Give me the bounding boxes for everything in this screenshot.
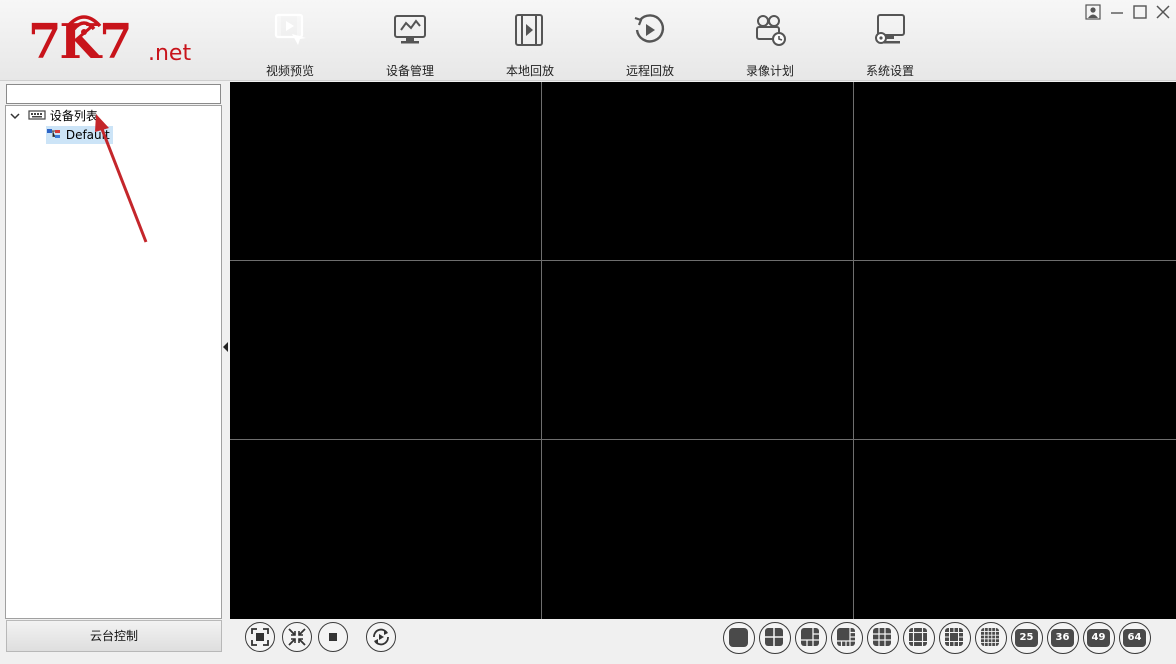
layout-36-label: 36 xyxy=(1051,629,1074,647)
maximize-button[interactable] xyxy=(1131,4,1149,22)
nav-label: 系统设置 xyxy=(865,64,914,78)
annotation-arrow-icon xyxy=(95,114,148,243)
video-cell[interactable] xyxy=(542,440,854,619)
video-cell[interactable] xyxy=(854,440,1176,619)
layout-eight-icon xyxy=(837,628,855,646)
nav-label: 录像计划 xyxy=(745,64,794,78)
video-cell[interactable] xyxy=(854,82,1176,261)
record-plan-icon xyxy=(756,15,786,46)
close-button[interactable] xyxy=(1154,4,1172,22)
layout-25-label: 25 xyxy=(1015,629,1038,647)
video-cell[interactable] xyxy=(542,82,854,261)
layout-single-icon xyxy=(729,628,748,647)
chevron-left-icon xyxy=(223,342,228,352)
layout-6-button[interactable] xyxy=(795,622,827,654)
layout-4-button[interactable] xyxy=(759,622,791,654)
nav-device-manage[interactable]: 设备管理 xyxy=(350,0,470,80)
fullscreen-button[interactable] xyxy=(245,622,275,652)
chevron-down-icon xyxy=(10,113,20,120)
nav-label: 视频预览 xyxy=(265,64,314,78)
video-grid xyxy=(230,82,1176,619)
layout-quad-icon xyxy=(765,628,783,646)
user-icon xyxy=(1085,4,1101,20)
video-preview-icon xyxy=(274,13,306,45)
layout-six-icon xyxy=(801,628,819,646)
group-node-icon xyxy=(47,129,60,138)
stop-all-icon xyxy=(329,633,337,641)
cycle-play-button[interactable] xyxy=(366,622,396,652)
layout-20-button[interactable] xyxy=(975,622,1007,654)
nav-label: 本地回放 xyxy=(505,64,554,78)
device-manage-icon xyxy=(394,15,426,44)
user-button[interactable] xyxy=(1084,4,1102,22)
video-cell[interactable] xyxy=(230,440,542,619)
local-playback-icon xyxy=(515,14,543,46)
nav-label: 设备管理 xyxy=(385,64,434,78)
layout-thirteen-icon xyxy=(909,628,927,646)
stop-all-button[interactable] xyxy=(318,622,348,652)
video-cell[interactable] xyxy=(230,261,542,440)
layout-49-button[interactable]: 49 xyxy=(1083,622,1115,654)
maximize-icon xyxy=(1133,5,1147,19)
fullscreen-icon xyxy=(251,628,269,646)
nav-system-settings[interactable]: 系统设置 xyxy=(830,0,950,80)
video-cell[interactable] xyxy=(230,82,542,261)
minimize-icon xyxy=(1111,12,1123,14)
video-cell[interactable] xyxy=(542,261,854,440)
layout-64-button[interactable]: 64 xyxy=(1119,622,1151,654)
layout-nine-icon xyxy=(873,628,891,646)
close-icon xyxy=(1156,5,1170,19)
device-search-input[interactable] xyxy=(6,84,221,104)
minimize-button[interactable] xyxy=(1108,4,1126,22)
nav-record-plan[interactable]: 录像计划 xyxy=(710,0,830,80)
device-list-icon xyxy=(28,110,46,120)
wifi-icon xyxy=(66,15,102,35)
cycle-icon xyxy=(373,628,389,646)
layout-8-button[interactable] xyxy=(831,622,863,654)
fit-icon xyxy=(288,628,306,646)
ptz-label: 云台控制 xyxy=(89,629,138,643)
tree-expand-toggle[interactable] xyxy=(10,107,20,125)
layout-9-button[interactable] xyxy=(867,622,899,654)
layout-1-button[interactable] xyxy=(723,622,755,654)
fit-window-button[interactable] xyxy=(282,622,312,652)
device-tree: 设备列表 Default xyxy=(5,105,222,619)
layout-16-button[interactable] xyxy=(939,622,971,654)
video-cell[interactable] xyxy=(854,261,1176,440)
layout-sixteen-icon xyxy=(945,628,963,646)
ptz-control-button[interactable]: 云台控制 xyxy=(6,620,222,652)
layout-13-button[interactable] xyxy=(903,622,935,654)
app-logo: 7K7 .net xyxy=(0,0,230,80)
layout-twenty-icon xyxy=(981,628,999,646)
nav-local-playback[interactable]: 本地回放 xyxy=(470,0,590,80)
remote-playback-icon xyxy=(634,14,665,43)
nav-label: 远程回放 xyxy=(625,64,674,78)
logo-suffix: .net xyxy=(148,41,192,66)
nav-video-preview[interactable]: 视频预览 xyxy=(230,0,350,80)
layout-36-button[interactable]: 36 xyxy=(1047,622,1079,654)
panel-collapse-toggle[interactable] xyxy=(222,338,230,352)
nav-remote-playback[interactable]: 远程回放 xyxy=(590,0,710,80)
layout-49-label: 49 xyxy=(1087,629,1110,647)
system-settings-icon xyxy=(875,14,905,44)
layout-25-button[interactable]: 25 xyxy=(1011,622,1043,654)
layout-64-label: 64 xyxy=(1123,629,1146,647)
app-header: 7K7 .net 视频预览 设备管理 本地回放 远程回放 录像计划 系统设置 xyxy=(0,0,1176,81)
